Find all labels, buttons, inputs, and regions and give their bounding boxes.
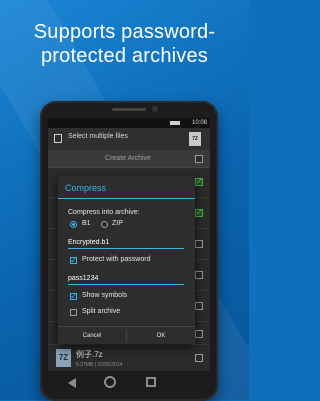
headline-line-2: protected archives — [40, 45, 209, 67]
archive-7z-icon[interactable]: 7Z — [189, 132, 201, 146]
row-checkbox-icon[interactable] — [195, 330, 203, 338]
row-checkbox-icon[interactable] — [195, 354, 203, 362]
select-multiple-icon[interactable] — [54, 134, 62, 143]
headline-line-1: Supports password- — [33, 21, 216, 43]
create-archive-button[interactable]: Create Archive — [68, 153, 188, 165]
action-bar: Select multiple files 7Z — [48, 128, 210, 151]
row-checkbox-icon[interactable]: ✓ — [195, 209, 203, 217]
protect-password-label[interactable]: Protect with password — [82, 256, 150, 263]
format-zip-radio[interactable] — [101, 221, 108, 228]
format-b1-label[interactable]: B1 — [82, 220, 91, 227]
compress-into-label: Compress into archive: — [68, 209, 140, 216]
earpiece — [112, 108, 146, 111]
create-archive-row: Create Archive — [48, 151, 210, 168]
row-checkbox-icon[interactable]: ✓ — [195, 178, 203, 186]
action-bar-title: Select multiple files — [68, 133, 128, 140]
row-checkbox-icon[interactable] — [195, 271, 203, 279]
split-archive-label[interactable]: Split archive — [82, 308, 120, 315]
protect-password-checkbox[interactable] — [70, 255, 78, 265]
archive-filename-input[interactable] — [68, 236, 184, 249]
row-checkbox-icon[interactable] — [195, 240, 203, 248]
file-name: 例子.7z — [76, 350, 103, 359]
password-input[interactable] — [68, 272, 184, 285]
split-archive-checkbox[interactable] — [70, 309, 77, 316]
show-symbols-label[interactable]: Show symbols — [82, 292, 127, 299]
recent-apps-icon[interactable] — [146, 377, 156, 387]
ok-button[interactable]: OK — [127, 327, 195, 345]
status-bar: 10:08 — [48, 118, 210, 128]
list-item-last[interactable]: 7Z 例子.7z 5.37MB | 22/05/2014 — [48, 344, 210, 371]
show-symbols-checkbox[interactable] — [70, 291, 78, 301]
format-b1-radio[interactable] — [70, 221, 77, 228]
file-meta: 5.37MB | 22/05/2014 — [76, 362, 123, 368]
headline: Supports password- protected archives — [0, 20, 249, 68]
compress-dialog: Compress Compress into archive: B1 ZIP P… — [58, 176, 195, 344]
home-icon[interactable] — [104, 376, 116, 388]
cancel-button[interactable]: Cancel — [58, 327, 126, 345]
back-icon[interactable] — [68, 378, 76, 388]
dialog-button-bar: Cancel OK — [58, 326, 195, 345]
camera — [152, 106, 158, 112]
signal-battery-icon — [170, 121, 180, 125]
format-zip-label[interactable]: ZIP — [112, 220, 123, 227]
row-checkbox-icon[interactable] — [195, 302, 203, 310]
navigation-bar — [48, 374, 210, 394]
archive-file-icon: 7Z — [56, 349, 71, 367]
dialog-title-divider — [58, 198, 195, 199]
status-time: 10:08 — [191, 120, 207, 126]
select-all-checkbox[interactable] — [195, 155, 203, 163]
dialog-title: Compress — [65, 183, 107, 193]
